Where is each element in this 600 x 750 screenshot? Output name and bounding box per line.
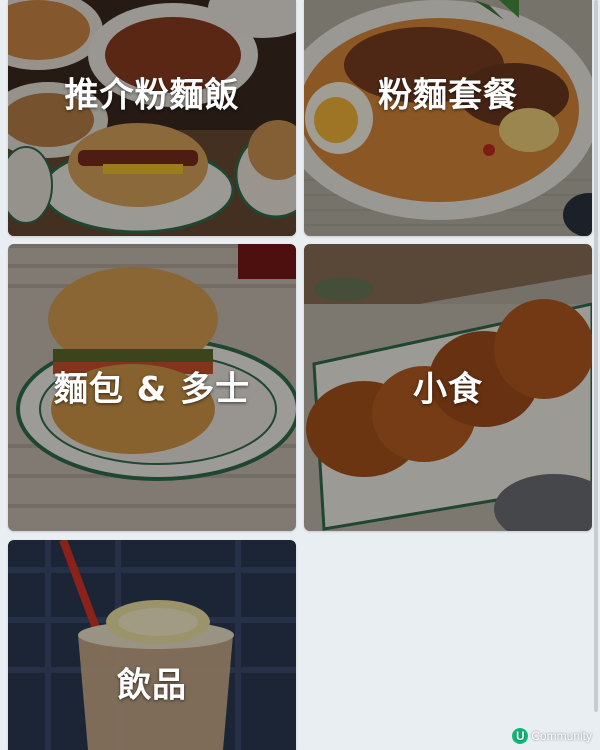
menu-category-grid: 推介粉麵飯 粉麵套餐 麵包 & 多士 小食 飲品 [0,0,600,750]
category-label: 飲品 [117,665,187,706]
scrollbar[interactable] [594,0,598,712]
u-community-logo-icon: U [512,728,529,744]
category-label: 推介粉麵飯 [64,75,240,116]
category-label: 小食 [413,369,483,410]
image-dim-overlay [304,0,592,236]
image-dim-overlay [8,0,296,236]
category-tile-noodle-set[interactable]: 粉麵套餐 [304,0,592,236]
category-tile-snacks[interactable]: 小食 [304,244,592,531]
image-dim-overlay [8,540,296,750]
category-label: 粉麵套餐 [378,75,518,116]
category-label: 麵包 & 多士 [53,369,251,410]
u-community-watermark: U Community [512,728,592,744]
category-tile-bread-toast[interactable]: 麵包 & 多士 [8,244,296,531]
category-tile-recommended-noodles-rice[interactable]: 推介粉麵飯 [8,0,296,236]
category-tile-drinks[interactable]: 飲品 [8,540,296,750]
watermark-text: Community [531,729,592,743]
